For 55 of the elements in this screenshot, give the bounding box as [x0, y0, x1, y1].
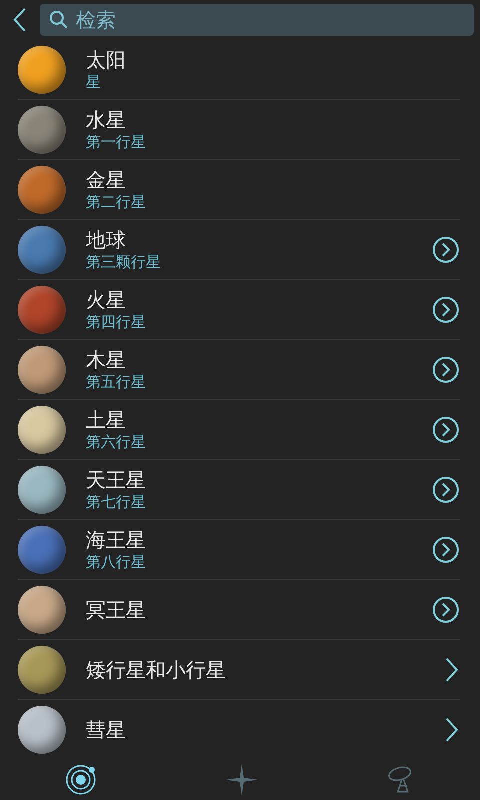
orbit-icon	[64, 763, 98, 797]
chevron-icon	[444, 717, 460, 743]
list-item[interactable]: 彗星	[18, 700, 460, 760]
chevron-icon	[444, 656, 460, 682]
item-name: 矮行星和小行星	[86, 658, 227, 682]
chevron-circle-icon	[432, 236, 460, 264]
item-name: 地球	[86, 228, 127, 252]
chevron-circle-icon	[432, 536, 460, 564]
list-item[interactable]: 水星 第一行星	[18, 100, 460, 160]
item-subtitle: 第一行星	[86, 132, 147, 152]
list-item[interactable]: 冥王星	[18, 580, 460, 640]
details-button[interactable]	[432, 476, 460, 504]
item-subtitle: 第八行星	[86, 552, 147, 572]
search-field[interactable]: 检索	[40, 4, 474, 36]
item-name: 冥王星	[86, 598, 147, 622]
list-item[interactable]: 太阳 星	[18, 40, 460, 100]
item-name: 海王星	[86, 528, 147, 552]
details-button[interactable]	[444, 717, 460, 743]
list-item[interactable]: 矮行星和小行星	[18, 640, 460, 700]
list-item[interactable]: 天王星 第七行星	[18, 460, 460, 520]
item-subtitle: 第六行星	[86, 432, 147, 452]
item-name: 金星	[86, 168, 127, 192]
details-button[interactable]	[444, 656, 460, 682]
chevron-circle-icon	[432, 416, 460, 444]
item-name: 天王星	[86, 468, 147, 492]
search-icon	[49, 10, 69, 30]
list-item[interactable]: 土星 第六行星	[18, 400, 460, 460]
details-button[interactable]	[432, 356, 460, 384]
item-subtitle: 第二行星	[86, 192, 147, 212]
item-name: 水星	[86, 108, 127, 132]
list-item[interactable]: 海王星 第八行星	[18, 520, 460, 580]
chevron-circle-icon	[432, 596, 460, 624]
item-subtitle: 星	[86, 72, 102, 92]
list-item[interactable]: 金星 第二行星	[18, 160, 460, 220]
item-name: 太阳	[86, 48, 127, 72]
back-icon	[12, 7, 28, 33]
item-name: 火星	[86, 288, 127, 312]
details-button[interactable]	[432, 596, 460, 624]
item-name: 木星	[86, 348, 127, 372]
item-name: 土星	[86, 408, 127, 432]
list-item[interactable]: 火星 第四行星	[18, 280, 460, 340]
details-button[interactable]	[432, 416, 460, 444]
item-subtitle: 第三颗行星	[86, 252, 162, 272]
item-subtitle: 第四行星	[86, 312, 147, 332]
list-item[interactable]: 木星 第五行星	[18, 340, 460, 400]
details-button[interactable]	[432, 236, 460, 264]
chevron-circle-icon	[432, 296, 460, 324]
details-button[interactable]	[432, 296, 460, 324]
item-name: 彗星	[86, 718, 127, 742]
item-subtitle: 第七行星	[86, 492, 147, 512]
list-item[interactable]: 地球 第三颗行星	[18, 220, 460, 280]
chevron-circle-icon	[432, 356, 460, 384]
chevron-circle-icon	[432, 476, 460, 504]
item-subtitle: 第五行星	[86, 372, 147, 392]
details-button[interactable]	[432, 536, 460, 564]
